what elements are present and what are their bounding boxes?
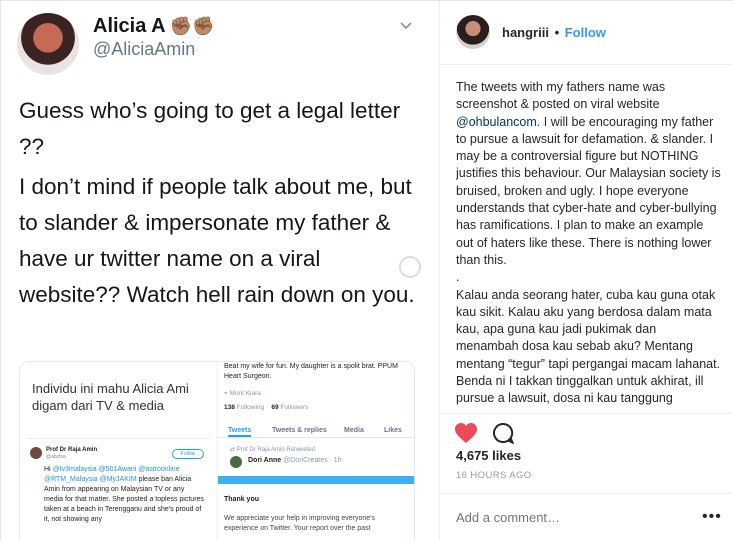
follow-button[interactable]: Follow	[565, 25, 606, 40]
tweet-paragraph-1: Guess who’s going to get a legal letter …	[19, 98, 401, 159]
caption-paragraph-2: Kalau anda seorang hater, cuba kau guna …	[456, 287, 721, 409]
embedded-follow: Follow	[172, 449, 204, 459]
profile-stats: 138 Following 69 Followers	[224, 404, 308, 411]
embedded-handle: @abcfsa	[46, 454, 66, 460]
header-line: hangriii • Follow	[502, 25, 606, 40]
tab-media: Media	[344, 427, 364, 434]
chevron-down-icon	[400, 22, 412, 30]
post-header: hangriii • Follow	[440, 1, 733, 65]
more-options-icon[interactable]: •••	[702, 508, 722, 526]
followers-label: Followers	[280, 404, 309, 411]
media-screenshot-left: Individu ini mahu Alicia Ami digam dari …	[20, 362, 216, 540]
retweet-author-name: Dori Anne	[248, 457, 282, 464]
comment-input[interactable]	[456, 506, 676, 528]
fist-emoji-icon: ✊🏽✊🏽	[169, 16, 215, 36]
post-image: Alicia A ✊🏽✊🏽 @AliciaAmin Guess who’s goi…	[1, 1, 439, 540]
likes-count[interactable]: 4,675 likes	[456, 448, 521, 463]
screenshot-frame: Alicia A ✊🏽✊🏽 @AliciaAmin Guess who’s goi…	[0, 0, 733, 540]
post-sidebar: hangriii • Follow The tweets with my fat…	[439, 1, 733, 540]
following-count: 138	[224, 404, 235, 411]
embedded-body-rest: please ban Alicia Amin from appearing on…	[44, 476, 204, 523]
username-link[interactable]: hangriii	[502, 25, 549, 40]
post-timestamp[interactable]: 16 HOURS AGO	[456, 470, 532, 481]
embedded-tweet: Prof Dr Raja Amin @abcfsa Follow Hi @tv3…	[26, 438, 210, 540]
tweet-text: Guess who’s going to get a legal letter …	[19, 93, 424, 317]
report-message: We appreciate your help in improving eve…	[224, 515, 376, 532]
followers-count: 69	[271, 404, 279, 411]
embedded-body-pre: Hi	[44, 466, 53, 473]
embedded-avatar	[30, 447, 42, 459]
mention-link[interactable]: @ohbulancom	[456, 115, 537, 129]
tweet-author-name: Alicia A ✊🏽✊🏽	[93, 15, 214, 38]
media-screenshot-right: Beat my wife for fun. My daughter is a s…	[218, 362, 414, 540]
tweet-author-handle: @AliciaAmin	[93, 39, 196, 59]
profile-avatar[interactable]	[456, 15, 490, 49]
retweet-line-text: Prof Dr Raja Amin Retweeted	[236, 447, 316, 453]
following-label: Following	[236, 404, 265, 411]
retweet-author-handle: @DoriCreates · 1h	[283, 457, 342, 464]
profile-bio: Beat my wife for fun. My daughter is a s…	[224, 363, 398, 380]
tab-tweets: Tweets	[228, 427, 252, 437]
embedded-body: Hi @tv3malaysia @501Awani @astroonline @…	[44, 465, 204, 525]
profile-tabs: Tweets Tweets & replies Media Likes	[218, 422, 414, 438]
caption-scroll-area[interactable]: The tweets with my fathers name was scre…	[456, 79, 721, 409]
retweet-banner	[218, 476, 414, 484]
retweet-author: Dori Anne @DoriCreates · 1h	[248, 457, 342, 464]
profile-location-text: Mont Kiara	[229, 390, 261, 397]
tweet-author-avatar	[17, 13, 79, 75]
tweet-author-name-text: Alicia A	[93, 15, 166, 37]
image-overlay-dot	[399, 256, 421, 278]
retweet-avatar	[230, 456, 242, 468]
profile-location: ⌖ Mont Kiara	[224, 390, 261, 397]
thank-you-heading: Thank you	[224, 496, 260, 503]
caption-text-1: The tweets with my fathers name was scre…	[456, 80, 666, 112]
tab-tweets-replies: Tweets & replies	[272, 427, 327, 434]
embedded-author: Prof Dr Raja Amin	[46, 447, 98, 453]
tweet-paragraph-2: I don’t mind if people talk about me, bu…	[19, 174, 415, 307]
heart-icon[interactable]	[454, 422, 478, 444]
retweet-line: ⇄ Prof Dr Raja Amin Retweeted	[230, 447, 316, 453]
caption: The tweets with my fathers name was scre…	[456, 79, 721, 409]
separator-dot: •	[550, 25, 563, 40]
caption-text-2: . I will be encouraging my father to pur…	[456, 114, 721, 267]
tweet-media: Individu ini mahu Alicia Ami digam dari …	[19, 361, 415, 540]
tab-likes: Likes	[384, 427, 402, 434]
caption-dot: .	[456, 270, 460, 285]
media-left-title: Individu ini mahu Alicia Ami digam dari …	[32, 381, 189, 413]
comment-icon[interactable]	[492, 422, 514, 444]
caption-paragraph-1: The tweets with my fathers name was scre…	[456, 79, 721, 269]
comment-bar: •••	[440, 493, 733, 540]
